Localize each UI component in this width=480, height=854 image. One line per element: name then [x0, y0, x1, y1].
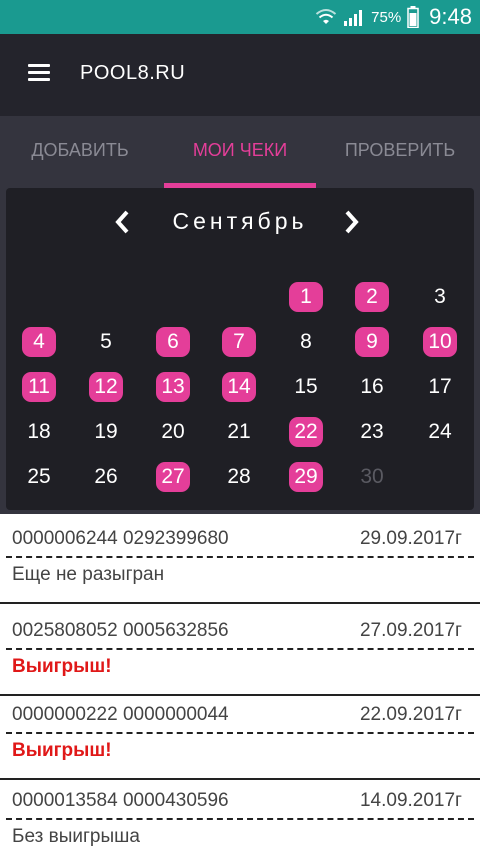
calendar-day-20[interactable]: 20 [156, 417, 190, 447]
receipt-numbers: 0000006244 0292399680 [12, 528, 229, 549]
calendar-month: Сентябрь [172, 208, 308, 234]
calendar-day-4[interactable]: 4 [22, 327, 56, 357]
status-bar-indicators: 75% 9:48 [315, 0, 472, 34]
tab-add-label: ДОБАВИТЬ [31, 140, 129, 160]
dashed-divider [6, 648, 474, 650]
tab-bar: ДОБАВИТЬ МОИ ЧЕКИ ПРОВЕРИТЬ [0, 116, 480, 188]
receipt-date: 27.09.2017г [359, 620, 462, 641]
calendar-day-11[interactable]: 11 [22, 372, 56, 402]
wifi-icon [315, 9, 337, 24]
receipt-status: Без выигрыша [12, 826, 140, 847]
receipt-numbers: 0025808052 0005632856 [12, 620, 229, 641]
calendar-day-2[interactable]: 2 [355, 282, 389, 312]
calendar-section: Сентябрь 1 2 3 4 5 6 7 8 9 10 11 12 13 14 15 16 17 18 19 20… [0, 188, 480, 514]
calendar-day-30[interactable]: 30 [355, 462, 389, 492]
app-bar: POOL8.RU [0, 34, 480, 116]
calendar-day-6[interactable]: 6 [156, 327, 190, 357]
tab-my-receipts-label: МОИ ЧЕКИ [192, 140, 288, 160]
receipt-date: 29.09.2017г [359, 528, 462, 549]
calendar-day-12[interactable]: 12 [89, 372, 123, 402]
status-bar: 75% 9:48 [0, 0, 480, 34]
hamburger-menu-icon[interactable] [28, 64, 50, 82]
calendar-day-19[interactable]: 19 [89, 417, 123, 447]
calendar-day-14[interactable]: 14 [222, 372, 256, 402]
tab-check[interactable]: ПРОВЕРИТЬ [320, 116, 480, 188]
tab-my-receipts[interactable]: МОИ ЧЕКИ [160, 116, 320, 188]
calendar-day-25[interactable]: 25 [22, 462, 56, 492]
receipt-separator [0, 602, 480, 604]
calendar-day-13[interactable]: 13 [156, 372, 190, 402]
receipt-item[interactable]: 0000006244 0292399680 29.09.2017г Еще не… [0, 514, 480, 604]
calendar-day-23[interactable]: 23 [355, 417, 389, 447]
calendar: Сентябрь 1 2 3 4 5 6 7 8 9 10 11 12 13 14 15 16 17 18 19 20… [6, 188, 474, 510]
tab-check-label: ПРОВЕРИТЬ [344, 140, 456, 160]
calendar-day-22[interactable]: 22 [289, 417, 323, 447]
calendar-header: Сентябрь [6, 204, 474, 240]
calendar-day-9[interactable]: 9 [355, 327, 389, 357]
app-title: POOL8.RU [80, 62, 186, 84]
calendar-day-27[interactable]: 27 [156, 462, 190, 492]
receipt-item[interactable]: 0025808052 0005632856 27.09.2017г Выигры… [0, 606, 480, 696]
calendar-day-3[interactable]: 3 [423, 282, 457, 312]
calendar-day-1[interactable]: 1 [289, 282, 323, 312]
receipt-status: Выигрыш! [12, 656, 112, 677]
receipt-item[interactable]: 0000000222 0000000044 22.09.2017г Выигры… [0, 690, 480, 780]
dashed-divider [6, 556, 474, 558]
receipt-numbers: 0000000222 0000000044 [12, 704, 229, 725]
receipt-status: Еще не разыгран [12, 564, 165, 585]
calendar-day-8[interactable]: 8 [289, 327, 323, 357]
clock: 9:48 [429, 4, 472, 29]
receipt-numbers: 0000013584 0000430596 [12, 790, 229, 811]
calendar-day-5[interactable]: 5 [89, 327, 123, 357]
calendar-day-17[interactable]: 17 [423, 372, 457, 402]
calendar-day-28[interactable]: 28 [222, 462, 256, 492]
calendar-day-16[interactable]: 16 [355, 372, 389, 402]
receipts-list: 0000006244 0292399680 29.09.2017г Еще не… [0, 514, 480, 854]
calendar-day-10[interactable]: 10 [423, 327, 457, 357]
receipt-date: 14.09.2017г [359, 790, 462, 811]
receipt-item[interactable]: 0000013584 0000430596 14.09.2017г Без вы… [0, 776, 480, 854]
calendar-day-15[interactable]: 15 [289, 372, 323, 402]
calendar-day-21[interactable]: 21 [222, 417, 256, 447]
receipt-date: 22.09.2017г [359, 704, 462, 725]
receipt-status: Выигрыш! [12, 740, 112, 761]
dashed-divider [6, 818, 474, 820]
calendar-day-26[interactable]: 26 [89, 462, 123, 492]
calendar-day-7[interactable]: 7 [222, 327, 256, 357]
signal-icon [344, 10, 363, 26]
calendar-day-18[interactable]: 18 [22, 417, 56, 447]
tab-add[interactable]: ДОБАВИТЬ [0, 116, 160, 188]
battery-icon [407, 6, 419, 28]
calendar-day-29[interactable]: 29 [289, 462, 323, 492]
dashed-divider [6, 732, 474, 734]
calendar-day-24[interactable]: 24 [423, 417, 457, 447]
chevron-right-icon[interactable] [340, 206, 364, 238]
battery-percent: 75% [371, 8, 402, 26]
